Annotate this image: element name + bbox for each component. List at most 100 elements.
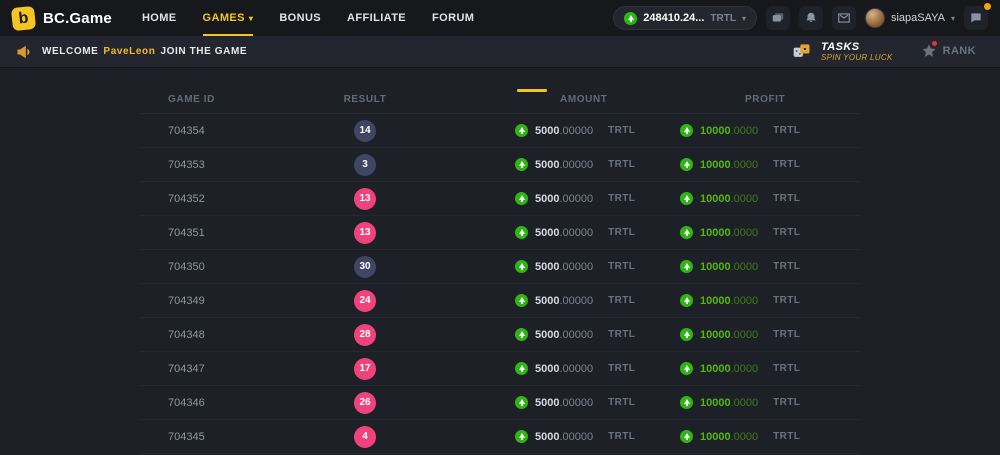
nav-item-forum[interactable]: FORUM xyxy=(432,0,474,36)
announcement-bar: WELCOME PaveLeon JOIN THE GAME TASKS SPI… xyxy=(0,36,1000,68)
balance-selector[interactable]: 248410.24... TRTL ▾ xyxy=(613,6,757,30)
profit-int: 10000 xyxy=(700,227,731,239)
amount-value: 5000.00000 xyxy=(535,261,593,273)
trtl-coin-icon xyxy=(680,226,693,239)
result-badge: 4 xyxy=(354,426,376,448)
profit-currency: TRTL xyxy=(773,227,800,238)
amount-int: 5000 xyxy=(535,397,559,409)
chat-button[interactable] xyxy=(964,6,988,30)
trtl-coin-icon xyxy=(680,192,693,205)
balance-currency: TRTL xyxy=(710,13,736,24)
nav-item-label: BONUS xyxy=(279,12,321,24)
table-row: 704347 17 5000.00000 TRTL 10000.0000 TRT… xyxy=(140,352,860,386)
profit-currency: TRTL xyxy=(773,125,800,136)
amount-currency: TRTL xyxy=(608,125,635,136)
table-row: 704351 13 5000.00000 TRTL 10000.0000 TRT… xyxy=(140,216,860,250)
amount-currency: TRTL xyxy=(608,159,635,170)
profit-currency: TRTL xyxy=(773,431,800,442)
cards-icon xyxy=(771,11,785,25)
dice-icon xyxy=(791,41,813,61)
nav-item-affiliate[interactable]: AFFILIATE xyxy=(347,0,406,36)
notifications-button[interactable] xyxy=(799,6,823,30)
nav-item-games[interactable]: GAMES ▾ xyxy=(203,0,254,36)
trtl-coin-icon xyxy=(680,362,693,375)
welcome-label: WELCOME xyxy=(42,46,98,57)
bets-table: GAME ID RESULT AMOUNT PROFIT 704354 14 5… xyxy=(140,86,860,454)
mail-icon xyxy=(837,11,851,25)
profit-int: 10000 xyxy=(700,295,731,307)
chat-icon xyxy=(969,11,983,25)
bell-icon xyxy=(804,11,818,25)
result-badge: 26 xyxy=(354,392,376,414)
amount-int: 5000 xyxy=(535,431,559,443)
chevron-down-icon: ▾ xyxy=(742,14,746,23)
messages-button[interactable] xyxy=(832,6,856,30)
result-badge: 17 xyxy=(354,358,376,380)
announcement-right: TASKS SPIN YOUR LUCK RANK xyxy=(791,41,984,63)
table-row: 704354 14 5000.00000 TRTL 10000.0000 TRT… xyxy=(140,114,860,148)
trtl-coin-icon xyxy=(680,294,693,307)
main-content: GAME ID RESULT AMOUNT PROFIT 704354 14 5… xyxy=(0,86,1000,455)
amount-value: 5000.00000 xyxy=(535,431,593,443)
profit-value: 10000.0000 xyxy=(700,193,758,205)
tasks-text: TASKS SPIN YOUR LUCK xyxy=(821,41,893,63)
notification-badge xyxy=(983,2,992,11)
amount-int: 5000 xyxy=(535,227,559,239)
rank-widget[interactable]: RANK xyxy=(921,43,976,59)
user-menu[interactable]: siapaSAYA ▾ xyxy=(865,8,955,28)
amount-dec: .00000 xyxy=(559,193,593,205)
amount-int: 5000 xyxy=(535,193,559,205)
trtl-coin-icon xyxy=(515,158,528,171)
welcome-username: PaveLeon xyxy=(103,46,155,57)
nav-item-home[interactable]: HOME xyxy=(142,0,177,36)
logo[interactable]: b BC.Game xyxy=(12,7,112,30)
trtl-coin-icon xyxy=(680,430,693,443)
trtl-coin-icon xyxy=(515,396,528,409)
nav-item-bonus[interactable]: BONUS xyxy=(279,0,321,36)
profit-currency: TRTL xyxy=(773,363,800,374)
amount-int: 5000 xyxy=(535,295,559,307)
amount-currency: TRTL xyxy=(608,397,635,408)
profit-value: 10000.0000 xyxy=(700,227,758,239)
welcome-text: WELCOME PaveLeon JOIN THE GAME xyxy=(42,46,247,57)
result-badge: 30 xyxy=(354,256,376,278)
announcement-message[interactable]: WELCOME PaveLeon JOIN THE GAME xyxy=(16,44,247,60)
amount-int: 5000 xyxy=(535,125,559,137)
amount-value: 5000.00000 xyxy=(535,363,593,375)
profit-int: 10000 xyxy=(700,193,731,205)
amount-value: 5000.00000 xyxy=(535,295,593,307)
table-row: 704348 28 5000.00000 TRTL 10000.0000 TRT… xyxy=(140,318,860,352)
amount-dec: .00000 xyxy=(559,261,593,273)
amount-dec: .00000 xyxy=(559,329,593,341)
nav-item-label: AFFILIATE xyxy=(347,12,406,24)
chevron-down-icon: ▾ xyxy=(951,14,955,23)
profit-dec: .0000 xyxy=(731,227,759,239)
profit-dec: .0000 xyxy=(731,329,759,341)
amount-dec: .00000 xyxy=(559,431,593,443)
amount-int: 5000 xyxy=(535,329,559,341)
result-badge: 13 xyxy=(354,188,376,210)
profit-dec: .0000 xyxy=(731,397,759,409)
profit-dec: .0000 xyxy=(731,159,759,171)
rank-label: RANK xyxy=(943,45,976,57)
profit-value: 10000.0000 xyxy=(700,397,758,409)
amount-currency: TRTL xyxy=(608,193,635,204)
amount-dec: .00000 xyxy=(559,295,593,307)
profit-dec: .0000 xyxy=(731,363,759,375)
profit-currency: TRTL xyxy=(773,159,800,170)
profit-currency: TRTL xyxy=(773,295,800,306)
game-id: 704354 xyxy=(140,125,300,137)
game-id: 704349 xyxy=(140,295,300,307)
amount-value: 5000.00000 xyxy=(535,159,593,171)
cashier-button[interactable] xyxy=(766,6,790,30)
tasks-widget[interactable]: TASKS SPIN YOUR LUCK xyxy=(791,41,893,63)
profit-int: 10000 xyxy=(700,397,731,409)
trtl-coin-icon xyxy=(515,328,528,341)
amount-currency: TRTL xyxy=(608,295,635,306)
result-badge: 3 xyxy=(354,154,376,176)
trtl-coin-icon xyxy=(680,328,693,341)
trtl-coin-icon xyxy=(680,124,693,137)
bc-logo-icon: b xyxy=(11,5,36,30)
game-id: 704346 xyxy=(140,397,300,409)
game-id: 704352 xyxy=(140,193,300,205)
